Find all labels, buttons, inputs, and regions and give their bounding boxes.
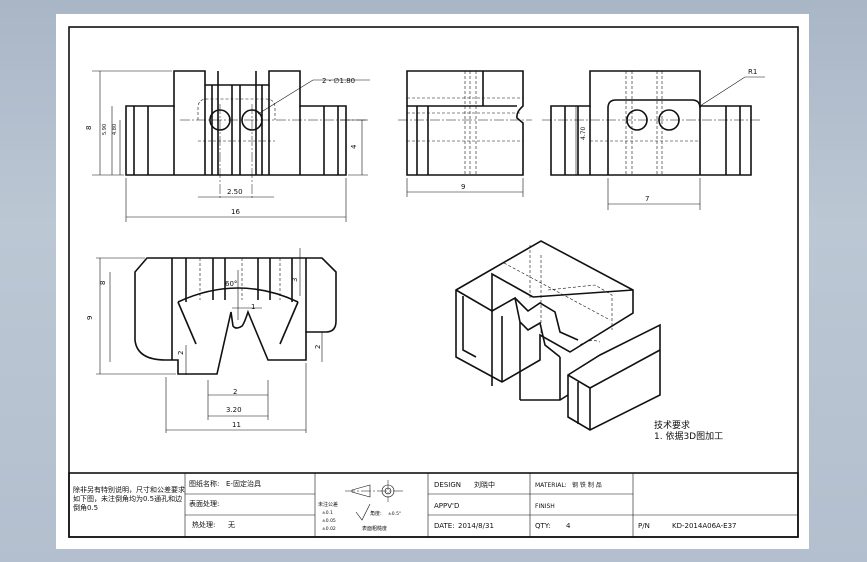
appvd-label: APPV'D — [434, 502, 459, 510]
qty-label: QTY: — [535, 522, 551, 530]
rear-view — [542, 70, 765, 210]
top-dim-slot-top: 1 — [251, 303, 255, 311]
finish-label: FINISH — [535, 503, 555, 510]
dim-hole-pitch: 2.50 — [227, 188, 243, 196]
material-value: 钢 铁 制 品 — [572, 481, 602, 489]
part-name-label: 图纸名称: — [189, 479, 219, 488]
part-name-value: E-固定治具 — [226, 479, 261, 488]
top-dim-slot-width: 3.20 — [226, 406, 242, 414]
tech-notes: 技术要求 1. 依据3D图加工 — [654, 419, 723, 442]
rear-radius-callout: R1 — [748, 68, 757, 76]
side-view — [398, 70, 532, 197]
rear-dim-height: 4.70 — [580, 126, 587, 140]
surface-label: 表面处理: — [189, 499, 219, 508]
dim-height-right: 4 — [350, 144, 358, 149]
top-dim-slot-bottom: 2 — [233, 388, 237, 396]
dim-height-b: 4.80 — [112, 124, 118, 135]
hole-callout: 2 - ∅1.80 — [322, 77, 355, 85]
tech-notes-line1: 1. 依据3D图加工 — [654, 430, 723, 442]
heat-value: 无 — [228, 521, 235, 529]
date-label: DATE: — [434, 522, 455, 530]
date-value: 2014/8/31 — [458, 522, 494, 530]
title-block-text: 除非另有特别说明，尺寸和公差要求如下图，未注倒角均为0.5通孔和边倒角0.5 图… — [73, 479, 737, 532]
design-label: DESIGN — [434, 481, 461, 489]
front-view — [92, 70, 370, 222]
qty-value: 4 — [566, 522, 571, 530]
top-view-dimension-labels: 60° 1 9 8 3 2 2 2 3.20 11 — [86, 278, 322, 429]
side-dim-width: 9 — [461, 183, 465, 191]
isometric-view — [455, 240, 661, 431]
top-dim-right-low: 2 — [314, 345, 322, 349]
tol-title: 未注公差 — [318, 501, 338, 508]
tol-angle-value: ±0.5° — [388, 511, 401, 517]
drawing-canvas: 2 - ∅1.80 8 5.90 4.80 4 2.50 16 9 R1 4.7… — [68, 26, 799, 538]
dim-height-a: 5.90 — [102, 124, 108, 135]
tol-row-3: ±0.02 — [322, 526, 336, 532]
top-dim-left-low: 2 — [177, 351, 185, 355]
top-dim-width: 11 — [232, 421, 241, 429]
rear-dim-width: 7 — [645, 195, 649, 203]
heat-label: 热处理: — [192, 520, 215, 529]
drawing-window: 2 - ∅1.80 8 5.90 4.80 4 2.50 16 9 R1 4.7… — [0, 0, 867, 562]
top-angle: 60° — [225, 280, 237, 288]
material-label: MATERIAL: — [535, 482, 567, 489]
roughness-label: 表面粗糙度 — [362, 525, 387, 532]
pn-value: KD-2014A06A-E37 — [672, 522, 737, 530]
dim-width-front: 16 — [231, 208, 240, 216]
top-dim-height-inner: 8 — [99, 281, 107, 285]
design-value: 刘晓中 — [474, 480, 495, 489]
sheet-border — [68, 26, 799, 538]
tol-angle-label: 角度: — [370, 510, 382, 517]
dim-height-overall: 8 — [85, 126, 93, 130]
tol-row-1: ±0.1 — [322, 510, 333, 516]
tol-row-2: ±0.05 — [322, 518, 336, 524]
title-note: 除非另有特别说明，尺寸和公差要求如下图，未注倒角均为0.5通孔和边倒角0.5 — [73, 486, 185, 512]
pn-label: P/N — [638, 522, 650, 530]
top-view — [96, 248, 337, 433]
tech-notes-title: 技术要求 — [654, 419, 690, 431]
top-dim-step-right: 3 — [291, 278, 299, 282]
top-dim-height-overall: 9 — [86, 316, 94, 320]
rear-view-dimension-labels: R1 4.70 7 — [580, 68, 757, 203]
